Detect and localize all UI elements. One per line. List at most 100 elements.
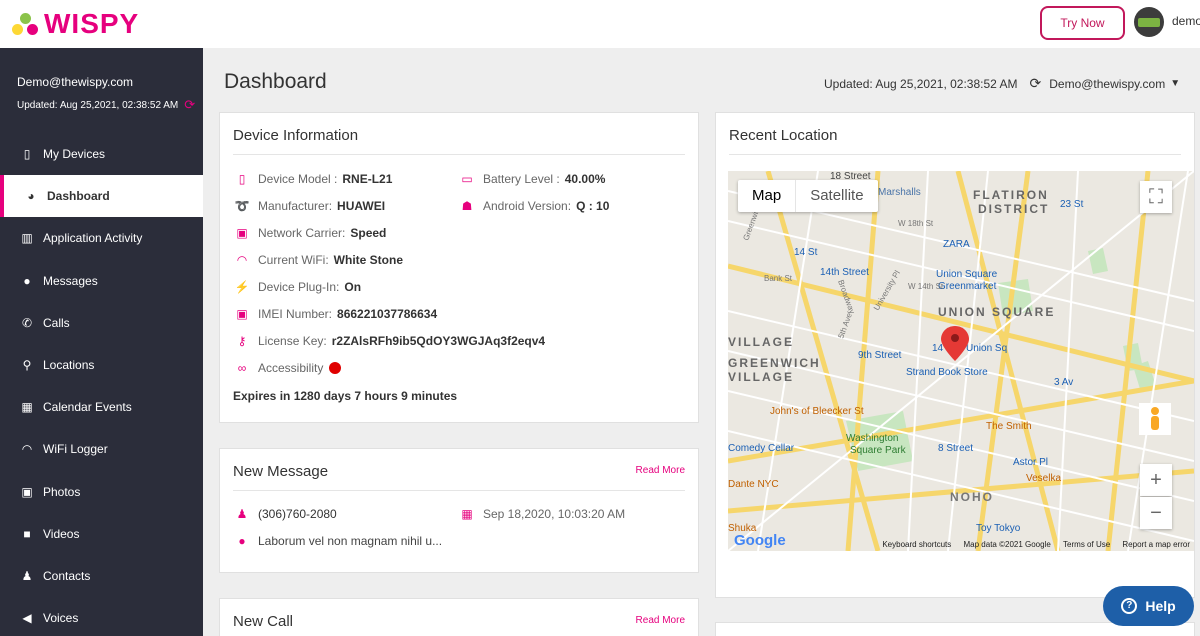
fullscreen-icon[interactable]: ⛶ [1140, 181, 1172, 213]
device-info-row: ▣ Network Carrier: Speed [233, 226, 386, 240]
wifi-icon: ◠ [236, 253, 248, 267]
map-label: ZARA [943, 239, 970, 250]
message-preview-text: Laborum vel non magnam nihil u... [258, 534, 443, 548]
sidebar-item-label: Locations [43, 358, 95, 373]
info-value: HUAWEI [337, 199, 386, 213]
map-label: DISTRICT [978, 202, 1049, 216]
zoom-out-button[interactable]: − [1140, 497, 1172, 529]
message-preview[interactable]: ● Laborum vel non magnam nihil u... [233, 534, 442, 548]
report-error-link[interactable]: Report a map error [1122, 540, 1190, 549]
map-label: VILLAGE [728, 370, 794, 384]
card-title: New Message [233, 463, 329, 480]
sidebar-email: Demo@thewispy.com [17, 75, 133, 89]
message-date-text: Sep 18,2020, 10:03:20 AM [483, 507, 626, 521]
info-value: White Stone [333, 253, 403, 267]
sidebar-item-label: Application Activity [43, 231, 143, 246]
sidebar-item-dashboard[interactable]: ◕ Dashboard [0, 175, 203, 218]
sidebar-item-voices[interactable]: ◀ Voices [0, 597, 203, 636]
keyboard-shortcuts-link[interactable]: Keyboard shortcuts [882, 540, 951, 549]
sidebar-item-label: Calls [43, 315, 70, 330]
read-more-link[interactable]: Read More [636, 465, 685, 476]
map-label: 8 Street [938, 443, 973, 454]
map-tab[interactable]: Map [738, 180, 795, 212]
map-label: Greenmarket [938, 281, 997, 292]
zoom-in-button[interactable]: + [1140, 464, 1172, 496]
help-button[interactable]: ? Help [1103, 586, 1194, 626]
map-label: Union Sq [966, 343, 1007, 354]
logo-dots-icon [12, 10, 40, 38]
device-info-row: ▣ IMEI Number: 866221037786634 [233, 307, 437, 321]
map-label: Washington [846, 433, 898, 444]
pegman-icon[interactable] [1151, 407, 1159, 415]
key-icon: ⚷ [237, 334, 247, 348]
android-icon: ☗ [461, 199, 473, 213]
info-value: Q : 10 [576, 199, 610, 213]
phone-icon: ▯ [238, 172, 246, 186]
message-contact: ♟ (306)760-2080 [233, 507, 337, 521]
top-bar: WISPY Try Now demo [0, 0, 1200, 48]
message-date: ▦ Sep 18,2020, 10:03:20 AM [458, 507, 625, 521]
sidebar-item-locations[interactable]: ⚲ Locations [0, 344, 203, 386]
sidebar-item-messages[interactable]: ● Messages [0, 260, 203, 302]
sync-icon[interactable]: ⟳ [184, 97, 195, 113]
accessibility-status-indicator [329, 362, 342, 374]
sidebar-item-label: Contacts [43, 568, 91, 583]
device-info-row: ⚷ License Key: r2ZAlsRFh9ib5QdOY3WGJAq3f2e… [233, 334, 546, 348]
avatar[interactable] [1134, 7, 1164, 37]
battery-icon: ▭ [461, 172, 473, 186]
header-user-menu[interactable]: Demo@thewispy.com [1049, 77, 1165, 91]
info-label: Manufacturer: [258, 199, 333, 213]
sidebar-item-my-devices[interactable]: ▯ My Devices [0, 133, 203, 175]
map-label: NOHO [950, 490, 994, 504]
device-info-row: ➰ Manufacturer: HUAWEI [233, 199, 386, 213]
card-title: New Call [233, 613, 294, 630]
sidebar-item-label: WiFi Logger [43, 442, 108, 457]
map-label: W 18th St [898, 219, 934, 228]
map-label: Astor Pl [1013, 457, 1048, 468]
logo-text: WISPY [44, 8, 140, 39]
video-icon: ■ [23, 526, 31, 541]
sidebar-item-photos[interactable]: ▣ Photos [0, 471, 203, 513]
user-icon: ♟ [236, 507, 248, 521]
chevron-down-icon[interactable]: ▼ [1170, 78, 1180, 89]
sidebar-item-label: Voices [43, 611, 79, 626]
google-logo-text: Google [734, 532, 786, 549]
divider [729, 154, 1181, 155]
sidebar-item-label: Messages [43, 273, 98, 288]
satellite-tab[interactable]: Satellite [795, 180, 877, 212]
sim-card-icon: ▣ [236, 307, 248, 321]
try-now-button[interactable]: Try Now [1040, 6, 1125, 40]
wifi-icon: ◠ [21, 442, 33, 457]
dashboard-icon: ◕ [27, 189, 35, 204]
terms-link[interactable]: Terms of Use [1063, 540, 1110, 549]
wispy-logo[interactable]: WISPY [12, 8, 139, 40]
map-label: Union Square [936, 269, 998, 280]
sidebar-item-videos[interactable]: ■ Videos [0, 513, 203, 555]
read-more-link[interactable]: Read More [636, 615, 685, 626]
refresh-icon[interactable]: ⟳ [1030, 75, 1042, 92]
map[interactable]: 18 Street Marshalls FLATIRON DISTRICT 23… [728, 171, 1194, 551]
map-label: Dante NYC [728, 479, 779, 490]
info-label: Battery Level : [483, 172, 560, 186]
info-label: Android Version: [483, 199, 572, 213]
device-info-row: ◠ Current WiFi: White Stone [233, 253, 403, 267]
sidebar-item-label: Dashboard [47, 189, 110, 204]
recent-location-card: Recent Location 18 Street Marshalls FLAT… [715, 112, 1195, 598]
sidebar-item-wifi-logger[interactable]: ◠ WiFi Logger [0, 428, 203, 470]
device-information-card: Device Information ▯ Device Model : RNE-L2… [219, 112, 699, 423]
sidebar-item-calls[interactable]: ✆ Calls [0, 302, 203, 344]
info-value: 866221037786634 [337, 307, 438, 321]
divider [233, 154, 685, 155]
map-label: FLATIRON [973, 188, 1049, 202]
info-value: On [344, 280, 362, 294]
sidebar-item-label: My Devices [43, 147, 106, 162]
map-label: Bank St [764, 274, 793, 283]
map-label: Square Park [850, 445, 907, 456]
sidebar-item-application-activity[interactable]: ▥ Application Activity [0, 217, 203, 259]
map-label: VILLAGE [728, 335, 794, 349]
sidebar-item-calendar-events[interactable]: ▦ Calendar Events [0, 386, 203, 428]
expires-text: Expires in 1280 days 7 hours 9 minutes [233, 389, 458, 403]
top-user-name[interactable]: demo [1172, 14, 1200, 28]
map-label: Strand Book Store [906, 367, 988, 378]
sidebar-item-contacts[interactable]: ♟ Contacts [0, 555, 203, 597]
